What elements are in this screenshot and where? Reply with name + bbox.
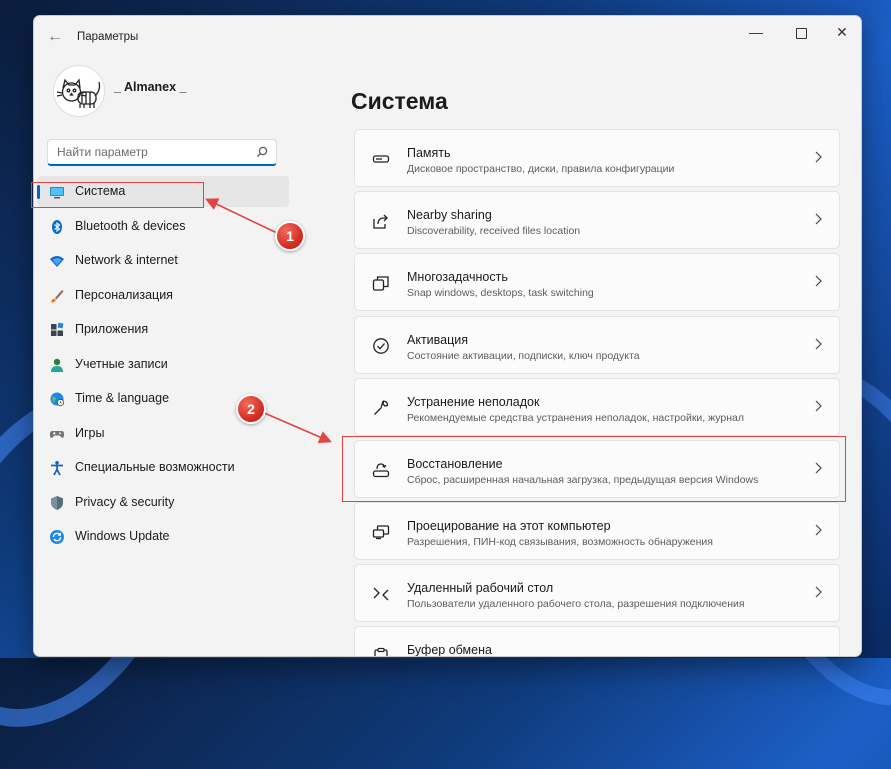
activation-check-icon	[373, 338, 389, 354]
search-box[interactable]	[47, 139, 277, 166]
annotation-badge-2: 2	[236, 394, 266, 424]
annotation-highlight-recovery	[342, 436, 846, 502]
wrench-icon	[374, 400, 389, 415]
card-multitasking[interactable]: Многозадачность Snap windows, desktops, …	[354, 253, 840, 311]
card-title: Проецирование на этот компьютер	[407, 519, 611, 533]
card-storage[interactable]: Память Дисковое пространство, диски, пра…	[354, 129, 840, 187]
sidebar-item-label: Специальные возможности	[75, 460, 235, 474]
share-icon	[373, 214, 388, 229]
update-icon	[50, 530, 64, 544]
clipboard-icon	[374, 647, 388, 656]
bluetooth-icon	[52, 220, 62, 234]
card-title: Активация	[407, 333, 469, 347]
shield-icon	[51, 496, 63, 510]
card-nearby-sharing[interactable]: Nearby sharing Discoverability, received…	[354, 191, 840, 249]
title-bar: ← Параметры — ✕	[34, 16, 861, 56]
card-remote-desktop[interactable]: Удаленный рабочий стол Пользователи удал…	[354, 564, 840, 622]
card-description: Snap windows, desktops, task switching	[407, 287, 594, 299]
storage-icon	[372, 155, 390, 163]
sidebar-item-label: Игры	[75, 426, 105, 440]
sidebar-item-network[interactable]: Network & internet	[37, 245, 289, 276]
sidebar-item-apps[interactable]: Приложения	[37, 314, 289, 345]
card-description: Состояние активации, подписки, ключ прод…	[407, 350, 640, 362]
maximize-button[interactable]	[786, 20, 816, 44]
sidebar-item-label: Приложения	[75, 322, 149, 336]
wifi-icon	[50, 256, 64, 267]
sidebar-item-accessibility[interactable]: Специальные возможности	[37, 452, 289, 483]
card-activation[interactable]: Активация Состояние активации, подписки,…	[354, 316, 840, 374]
chevron-right-icon	[815, 151, 822, 163]
accessibility-icon	[51, 461, 63, 476]
card-description: Рекомендуемые средства устранения непола…	[407, 412, 744, 424]
card-description: Разрешения, ПИН-код связывания, возможно…	[407, 536, 713, 548]
card-title: Многозадачность	[407, 270, 508, 284]
search-input[interactable]	[57, 143, 247, 161]
settings-window: ← Параметры — ✕ _ Almanex _ Найти параме…	[33, 15, 862, 657]
avatar[interactable]	[53, 65, 105, 117]
remote-desktop-icon	[373, 587, 389, 601]
annotation-highlight-system	[31, 182, 204, 208]
card-description: Дисковое пространство, диски, правила ко…	[407, 163, 675, 175]
minimize-button[interactable]: —	[741, 20, 771, 44]
gamepad-icon	[49, 431, 65, 438]
card-description: Пользователи удаленного рабочего стола, …	[407, 598, 745, 610]
user-name: _ Almanex _	[114, 80, 187, 94]
card-troubleshoot[interactable]: Устранение неполадок Рекомендуемые средс…	[354, 378, 840, 436]
chevron-right-icon	[815, 400, 822, 412]
sidebar-item-windows-update[interactable]: Windows Update	[37, 521, 289, 552]
back-button[interactable]: ←	[46, 28, 64, 46]
maximize-icon	[795, 27, 807, 39]
globe-clock-icon	[50, 392, 65, 407]
sidebar-item-label: Bluetooth & devices	[75, 219, 186, 233]
chevron-right-icon	[815, 524, 822, 536]
brush-icon	[51, 290, 64, 303]
card-projecting[interactable]: Проецирование на этот компьютер Разрешен…	[354, 502, 840, 560]
chevron-right-icon	[815, 275, 822, 287]
sidebar-item-bluetooth[interactable]: Bluetooth & devices	[37, 211, 289, 242]
sidebar-item-label: Privacy & security	[75, 495, 175, 509]
projection-icon	[372, 525, 390, 540]
close-button[interactable]: ✕	[827, 20, 857, 44]
search-icon[interactable]	[256, 146, 268, 158]
app-title: Параметры	[77, 31, 139, 43]
cat-avatar-icon	[56, 78, 101, 108]
sidebar-item-label: Time & language	[75, 391, 170, 405]
sidebar-item-label: Windows Update	[75, 529, 170, 543]
apps-icon	[51, 322, 64, 336]
sidebar-item-label: Network & internet	[75, 253, 178, 267]
card-title: Nearby sharing	[407, 208, 492, 222]
sidebar-item-label: Персонализация	[75, 288, 173, 302]
chevron-right-icon	[815, 586, 822, 598]
card-title: Память	[407, 146, 451, 160]
chevron-right-icon	[815, 338, 822, 350]
sidebar-item-accounts[interactable]: Учетные записи	[37, 349, 289, 380]
card-title: Буфер обмена	[407, 643, 492, 657]
sidebar-item-personalization[interactable]: Персонализация	[37, 280, 289, 311]
sidebar-item-privacy-security[interactable]: Privacy & security	[37, 487, 289, 518]
multitasking-icon	[372, 276, 389, 291]
card-clipboard[interactable]: Буфер обмена	[354, 626, 840, 657]
card-title: Удаленный рабочий стол	[407, 581, 554, 595]
annotation-badge-1: 1	[275, 221, 305, 251]
card-description: Discoverability, received files location	[407, 225, 581, 237]
account-icon	[51, 358, 63, 372]
sidebar-item-label: Учетные записи	[75, 357, 168, 371]
chevron-right-icon	[815, 213, 822, 225]
page-title: Система	[351, 88, 448, 114]
card-title: Устранение неполадок	[407, 395, 540, 409]
